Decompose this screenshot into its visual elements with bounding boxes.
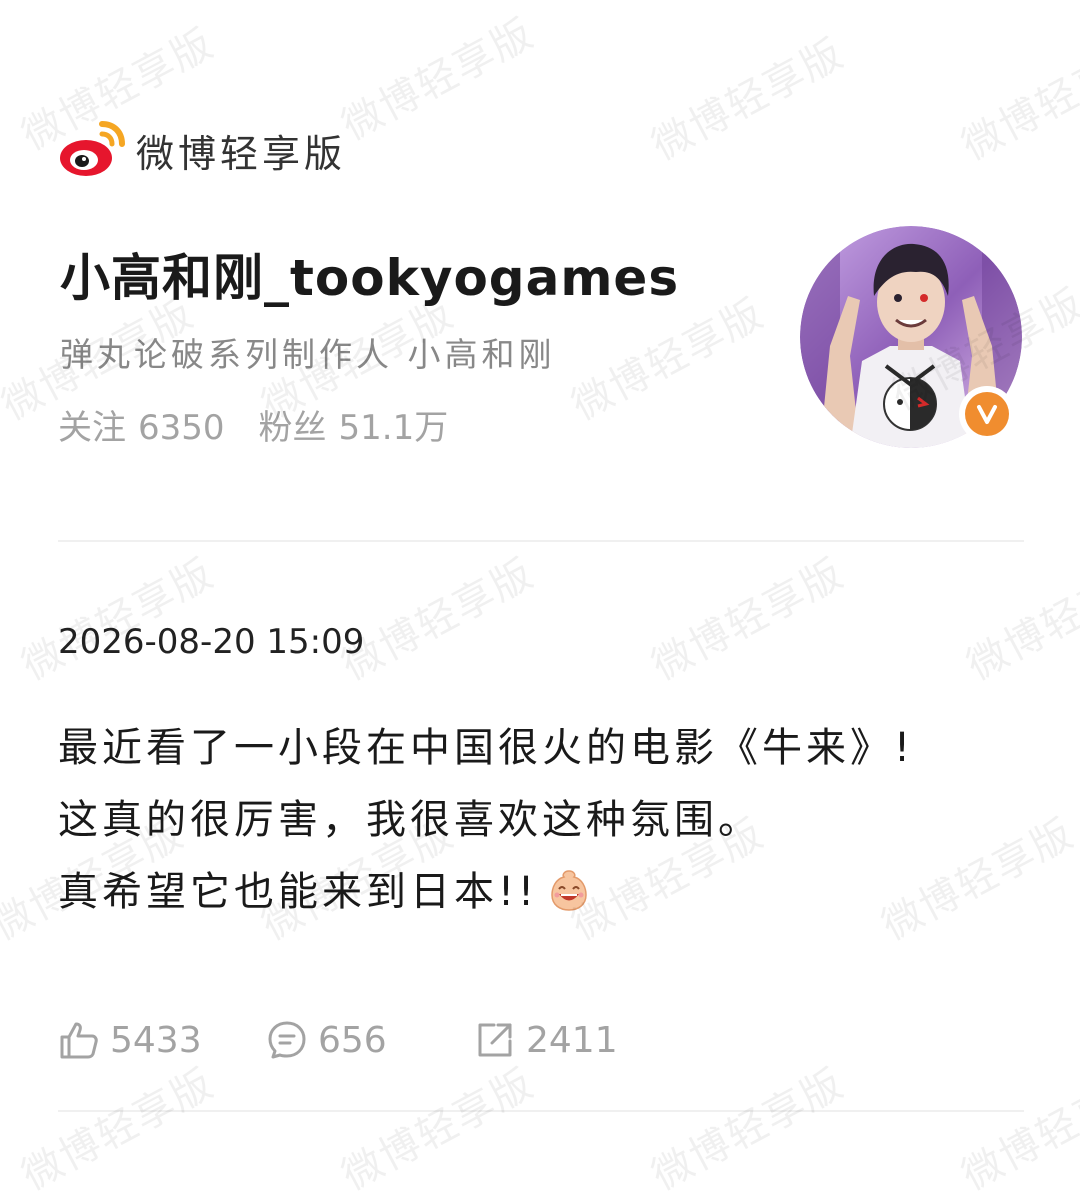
followers-count: 51.1万 [338,408,449,448]
watermark: 微博轻享版 [334,10,542,150]
watermark: 微博轻享版 [14,1060,222,1200]
post-line-last: 真希望它也能来到日本!! [58,856,1038,928]
watermark: 微博轻享版 [644,30,852,170]
verified-v-icon [977,405,997,424]
watermark: 微博轻享版 [334,550,542,690]
post-actions: 5433 656 2411 [58,1016,618,1064]
followers-label: 粉丝 [258,408,327,448]
post-line: 这真的很厉害，我很喜欢这种氛围。 [58,797,762,843]
post-content: 最近看了一小段在中国很火的电影《牛来》! 这真的很厉害，我很喜欢这种氛围。 真希… [58,712,1038,928]
repost-count: 2411 [526,1019,618,1061]
comment-count: 656 [318,1019,387,1061]
username[interactable]: 小高和刚_tookyogames [60,238,679,310]
watermark: 微博轻享版 [954,30,1080,170]
watermark: 微博轻享版 [954,1060,1080,1200]
watermark: 微博轻享版 [334,1060,542,1200]
following-label: 关注 [58,408,126,448]
followers-stat[interactable]: 粉丝 51.1万 [259,400,449,449]
repost-button[interactable]: 2411 [474,1019,618,1061]
comment-button[interactable]: 656 [266,1019,474,1061]
post-timestamp: 2026-08-20 15:09 [58,622,365,662]
following-stat[interactable]: 关注 6350 [58,400,225,449]
post-line: 最近看了一小段在中国很火的电影《牛来》! [58,725,915,771]
post-line-text: 真希望它也能来到日本!! [58,869,539,915]
watermark: 微博轻享版 [644,550,852,690]
following-count: 6350 [138,408,225,448]
app-brand: 微博轻享版 [58,118,346,182]
laughing-emoji-icon [551,870,587,911]
like-button[interactable]: 5433 [58,1019,266,1061]
profile-stats: 关注 6350 粉丝 51.1万 [58,400,448,449]
share-icon [478,1023,512,1057]
section-divider [58,540,1024,542]
comment-icon [268,1021,306,1059]
weibo-logo-icon [60,121,125,176]
like-count: 5433 [110,1019,202,1061]
bottom-divider [58,1110,1024,1112]
avatar-container[interactable] [800,226,1022,448]
watermark: 微博轻享版 [644,1060,852,1200]
thumbs-up-icon [60,1022,98,1059]
profile-bio: 弹丸论破系列制作人 小高和刚 [60,335,556,374]
verified-badge [959,386,1015,442]
app-name: 微博轻享版 [136,131,347,176]
watermark: 微博轻享版 [959,550,1080,690]
watermark: 微博轻享版 [14,550,222,690]
